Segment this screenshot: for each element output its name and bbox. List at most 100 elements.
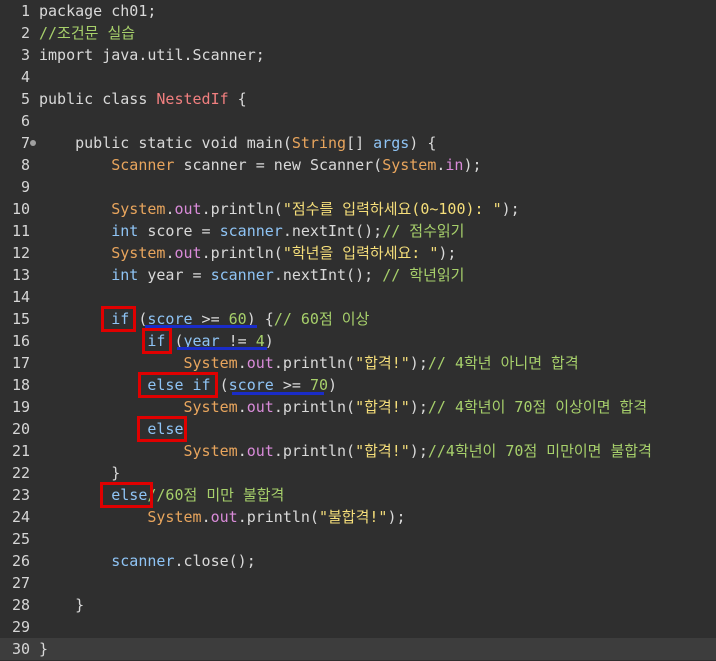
code-token: scanner <box>210 266 274 284</box>
line-number: 6 <box>20 112 30 130</box>
line-number: 9 <box>20 178 30 196</box>
code-line[interactable]: 30} <box>0 638 716 660</box>
code-text: System.out.println("합격!");// 4학년 아니면 합격 <box>39 352 579 374</box>
code-line[interactable]: 22 } <box>0 462 716 484</box>
code-line[interactable]: 10 System.out.println("점수를 입력하세요(0~100):… <box>0 198 716 220</box>
code-token: scanner <box>111 552 175 570</box>
code-token: out <box>174 200 202 218</box>
code-token: } <box>39 464 121 482</box>
code-line[interactable]: 5 public class NestedIf { <box>0 88 716 110</box>
code-line[interactable]: 6 <box>0 110 716 132</box>
code-token: ) { <box>409 134 437 152</box>
code-line[interactable]: 2 //조건문 실습 <box>0 22 716 44</box>
code-token: package ch01; <box>39 2 157 20</box>
line-number: 15 <box>11 310 30 328</box>
line-number: 19 <box>11 398 30 416</box>
code-token: .println( <box>273 398 356 416</box>
code-line[interactable]: 9 <box>0 176 716 198</box>
line-number: 29 <box>11 618 30 636</box>
code-token: // 학년읽기 <box>382 266 465 284</box>
code-line[interactable]: 19 System.out.println("합격!");// 4학년이 70점… <box>0 396 716 418</box>
code-line[interactable]: 14 <box>0 286 716 308</box>
highlight-box-if-15 <box>101 306 136 332</box>
code-line[interactable]: 25 <box>0 528 716 550</box>
code-line[interactable]: 18 else if (score >= 70) <box>0 374 716 396</box>
code-token: Scanner <box>309 156 374 174</box>
line-number: 18 <box>11 376 30 394</box>
code-token: import java.util.Scanner; <box>39 46 265 64</box>
code-token: in <box>445 156 464 174</box>
code-line[interactable]: 7 public static void main(String[] args)… <box>0 132 716 154</box>
code-line[interactable]: 11 int score = scanner.nextInt();// 점수읽기 <box>0 220 716 242</box>
highlight-box-else-23 <box>100 482 153 508</box>
code-line[interactable]: 13 int year = scanner.nextInt(); // 학년읽기 <box>0 264 716 286</box>
code-line[interactable]: 8 Scanner scanner = new Scanner(System.i… <box>0 154 716 176</box>
line-number: 20 <box>11 420 30 438</box>
code-line[interactable]: 20 else <box>0 418 716 440</box>
code-line[interactable]: 1 package ch01; <box>0 0 716 22</box>
underline-condition-16 <box>177 347 267 350</box>
line-number: 10 <box>11 200 30 218</box>
code-line[interactable]: 26 scanner.close(); <box>0 550 716 572</box>
code-token: "합격!" <box>355 442 410 460</box>
line-number: 24 <box>11 508 30 526</box>
code-text: int score = scanner.nextInt();// 점수읽기 <box>39 220 464 242</box>
code-token: // 60점 이상 <box>273 310 370 328</box>
line-number: 12 <box>11 244 30 262</box>
code-token: out <box>246 354 274 372</box>
code-text: } <box>39 638 48 660</box>
code-text: public class NestedIf { <box>39 88 247 110</box>
code-line[interactable]: 24 System.out.println("불합격!"); <box>0 506 716 528</box>
code-token: int <box>111 266 139 284</box>
line-number: 28 <box>11 596 30 614</box>
line-number: 25 <box>11 530 30 548</box>
line-number: 27 <box>11 574 30 592</box>
code-token: ); <box>463 156 482 174</box>
code-token: year = <box>138 266 211 284</box>
code-line[interactable]: 3 import java.util.Scanner; <box>0 44 716 66</box>
line-number: 26 <box>11 552 30 570</box>
code-token: .println( <box>201 244 283 262</box>
code-line[interactable]: 27 <box>0 572 716 594</box>
code-text: else//60점 미만 불합격 <box>39 484 284 506</box>
code-token: ); <box>501 200 520 218</box>
code-token: Scanner <box>111 156 175 174</box>
code-token: out <box>246 398 274 416</box>
code-line[interactable]: 4 <box>0 66 716 88</box>
code-line[interactable]: 17 System.out.println("합격!");// 4학년 아니면 … <box>0 352 716 374</box>
line-number: 4 <box>20 68 30 86</box>
line-number: 1 <box>20 2 30 20</box>
fold-toggle-icon[interactable] <box>30 140 36 146</box>
code-text: public static void main(String[] args) { <box>39 132 436 154</box>
highlight-box-else-if-18 <box>138 372 218 398</box>
line-number: 8 <box>20 156 30 174</box>
code-line[interactable]: 29 <box>0 616 716 638</box>
line-number: 11 <box>11 222 30 240</box>
code-text: System.out.println("점수를 입력하세요(0~100): ")… <box>39 198 520 220</box>
code-token: System <box>382 156 437 174</box>
code-token: . <box>201 508 211 526</box>
code-token: .println( <box>273 354 356 372</box>
highlight-box-else-20 <box>137 416 187 442</box>
code-token: scanner = new <box>174 156 310 174</box>
code-line[interactable]: 21 System.out.println("합격!");//4학년이 70점 … <box>0 440 716 462</box>
code-line[interactable]: 16 if (year != 4) <box>0 330 716 352</box>
code-token: NestedIf <box>156 90 229 108</box>
code-token: { <box>228 90 247 108</box>
code-token: System <box>183 398 238 416</box>
line-number: 17 <box>11 354 30 372</box>
code-line[interactable]: 12 System.out.println("학년을 입력하세요: "); <box>0 242 716 264</box>
code-token: .println( <box>201 200 283 218</box>
code-token: "점수를 입력하세요(0~100): " <box>282 200 502 218</box>
code-line[interactable]: 28 } <box>0 594 716 616</box>
underline-condition-15 <box>145 325 257 328</box>
code-text: //조건문 실습 <box>39 22 135 44</box>
